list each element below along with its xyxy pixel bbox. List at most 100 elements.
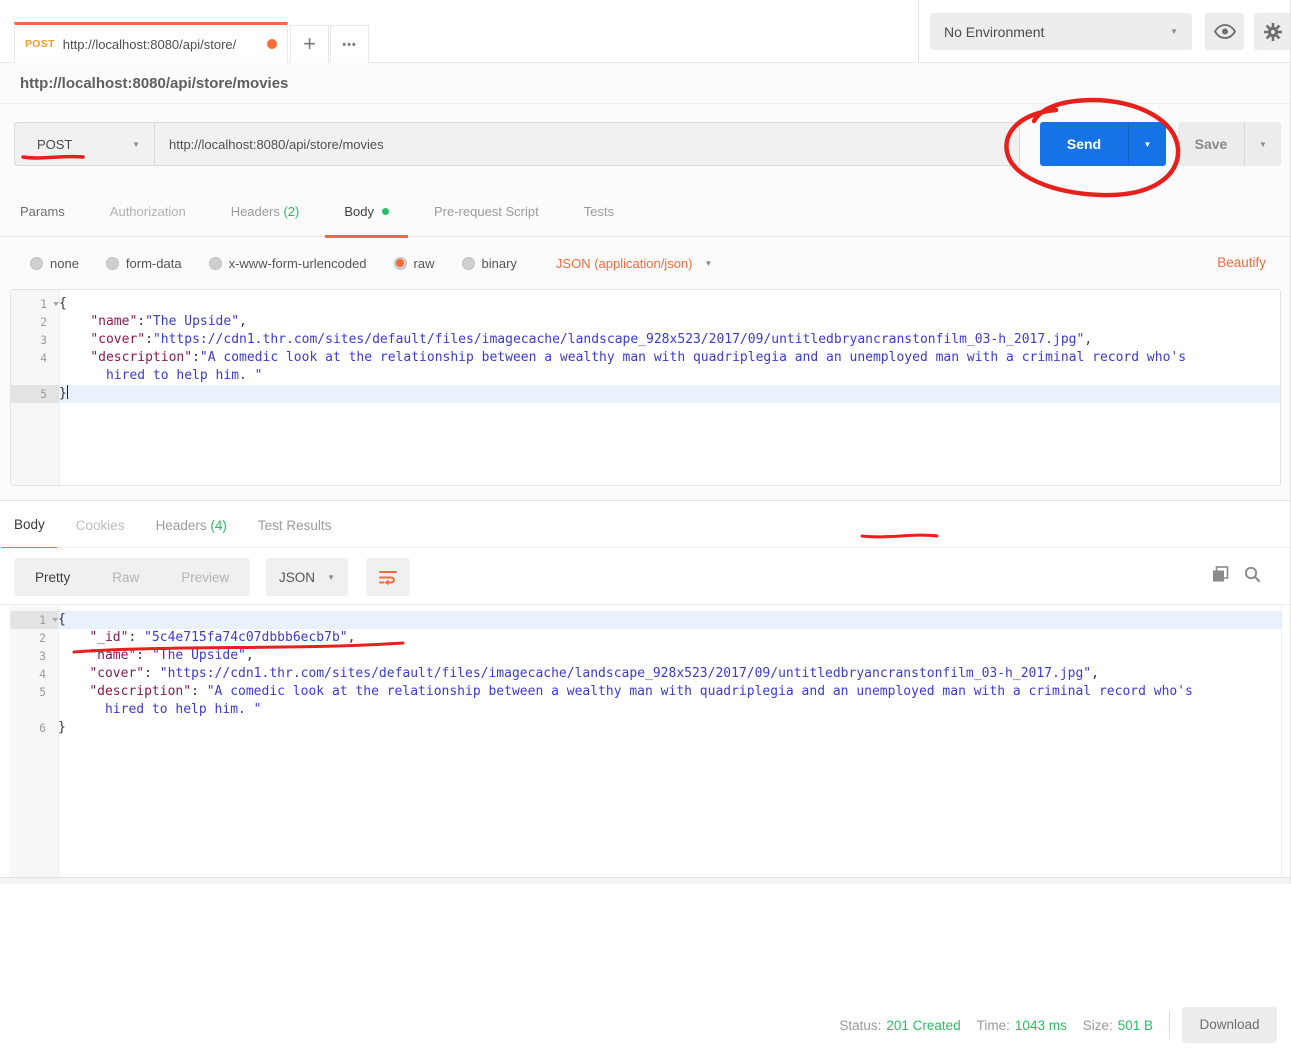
code-line[interactable]: 3 "cover":"https://cdn1.thr.com/sites/de… xyxy=(11,331,1280,349)
tab-headers[interactable]: Headers (2) xyxy=(231,204,300,219)
body-mode-options: none form-data x-www-form-urlencoded raw bin… xyxy=(30,237,712,289)
line-number xyxy=(10,701,58,719)
code-line[interactable]: 2 "_id": "5c4e715fa74c07dbbb6ecb7b", xyxy=(10,629,1281,647)
tab-tests[interactable]: Tests xyxy=(584,204,614,219)
meta-divider xyxy=(1169,1011,1170,1039)
chevron-down-icon: ▼ xyxy=(1170,27,1178,36)
radio-icon xyxy=(30,257,43,270)
response-body-editor[interactable]: 1{2 "_id": "5c4e715fa74c07dbbb6ecb7b",3 … xyxy=(10,606,1281,877)
save-button-group: Save ▼ xyxy=(1178,122,1281,166)
line-number: 3 xyxy=(11,331,59,349)
code-line[interactable]: 6} xyxy=(10,719,1281,737)
status-label: Status: xyxy=(839,1018,881,1033)
line-number: 4 xyxy=(10,665,58,683)
settings-button[interactable] xyxy=(1254,13,1291,50)
request-tabs-row: Params Authorization Headers (2) Body Pr… xyxy=(0,186,1291,237)
url-input[interactable] xyxy=(154,122,1020,166)
tab-response-body[interactable]: Body xyxy=(2,501,57,549)
code-line[interactable]: 5 "description": "A comedic look at the … xyxy=(10,683,1281,701)
wrap-text-button[interactable] xyxy=(366,558,410,596)
search-icon xyxy=(1244,566,1261,583)
chevron-down-icon: ▼ xyxy=(1144,140,1152,149)
fold-caret-icon[interactable] xyxy=(53,302,59,306)
tab-response-cookies[interactable]: Cookies xyxy=(76,518,125,533)
code-text: "cover":"https://cdn1.thr.com/sites/defa… xyxy=(59,331,1280,349)
body-mode-binary[interactable]: binary xyxy=(462,256,517,271)
code-text: { xyxy=(58,611,1281,629)
code-text: "_id": "5c4e715fa74c07dbbb6ecb7b", xyxy=(58,629,1281,647)
body-mode-form-data[interactable]: form-data xyxy=(106,256,182,271)
copy-response-button[interactable] xyxy=(1212,566,1234,588)
code-text: "name": "The Upside", xyxy=(58,647,1281,665)
beautify-link[interactable]: Beautify xyxy=(1217,237,1266,289)
new-tab-button[interactable]: + xyxy=(290,25,329,63)
code-line[interactable]: 4 "description":"A comedic look at the r… xyxy=(11,349,1280,367)
scrollbar-track[interactable] xyxy=(1281,604,1282,877)
environment-label: No Environment xyxy=(944,24,1044,40)
view-pretty[interactable]: Pretty xyxy=(14,570,91,585)
tab-body[interactable]: Body xyxy=(325,186,408,237)
code-text: } xyxy=(58,719,1281,737)
tab-url-label: http://localhost:8080/api/store/ xyxy=(63,37,261,52)
view-preview[interactable]: Preview xyxy=(160,570,250,585)
tab-pre-request-script[interactable]: Pre-request Script xyxy=(434,204,539,219)
line-number: 2 xyxy=(10,629,58,647)
code-line[interactable]: hired to help him. " xyxy=(10,701,1281,719)
code-text: hired to help him. " xyxy=(58,701,1281,719)
size-value: 501 B xyxy=(1118,1018,1153,1033)
code-line[interactable]: 1{ xyxy=(11,295,1280,313)
code-line[interactable]: hired to help him. " xyxy=(11,367,1280,385)
code-line[interactable]: 5} xyxy=(11,385,1280,403)
tab-test-results[interactable]: Test Results xyxy=(258,518,332,533)
tab-authorization[interactable]: Authorization xyxy=(110,204,186,219)
send-options-button[interactable]: ▼ xyxy=(1128,122,1166,166)
plus-icon: + xyxy=(303,33,316,55)
line-number: 5 xyxy=(10,683,58,701)
view-raw[interactable]: Raw xyxy=(91,570,160,585)
tab-response-headers[interactable]: Headers (4) xyxy=(156,518,227,533)
more-tabs-button[interactable]: ••• xyxy=(330,25,369,63)
save-options-button[interactable]: ▼ xyxy=(1244,122,1281,166)
time-value: 1043 ms xyxy=(1015,1018,1067,1033)
fold-caret-icon[interactable] xyxy=(52,618,58,622)
send-button-group: Send ▼ xyxy=(1040,122,1166,166)
header-divider xyxy=(918,0,919,62)
code-line[interactable]: 3 "name": "The Upside", xyxy=(10,647,1281,665)
search-response-button[interactable] xyxy=(1244,566,1266,588)
eye-icon xyxy=(1214,24,1236,39)
request-title-row: http://localhost:8080/api/store/movies xyxy=(0,63,1291,104)
response-tabs-row: Body Cookies Headers (4) Test Results St… xyxy=(0,500,1291,548)
body-mode-x-www-form-urlencoded[interactable]: x-www-form-urlencoded xyxy=(209,256,367,271)
copy-icon xyxy=(1212,566,1229,583)
response-format-select[interactable]: JSON ▼ xyxy=(266,558,348,596)
body-mode-label: none xyxy=(50,256,79,271)
code-text: "cover": "https://cdn1.thr.com/sites/def… xyxy=(58,665,1281,683)
content-type-label: JSON (application/json) xyxy=(556,256,693,271)
line-number: 5 xyxy=(11,385,59,403)
body-mode-label: form-data xyxy=(126,256,182,271)
method-select[interactable]: POST ▼ xyxy=(14,122,154,166)
code-text: hired to help him. " xyxy=(59,367,1280,385)
radio-icon xyxy=(106,257,119,270)
text-cursor xyxy=(67,385,68,399)
response-controls-row: Pretty Raw Preview JSON ▼ xyxy=(0,548,1291,604)
environment-quick-look-button[interactable] xyxy=(1205,13,1244,50)
save-button[interactable]: Save xyxy=(1178,122,1244,166)
code-text: "name":"The Upside", xyxy=(59,313,1280,331)
gear-icon xyxy=(1263,22,1283,42)
request-body-editor[interactable]: 1{2 "name":"The Upside",3 "cover":"https… xyxy=(10,289,1281,486)
send-button[interactable]: Send xyxy=(1040,122,1128,166)
body-mode-none[interactable]: none xyxy=(30,256,79,271)
content-type-select[interactable]: JSON (application/json)▼ xyxy=(556,256,712,271)
radio-icon xyxy=(462,257,475,270)
line-number xyxy=(11,367,59,385)
body-mode-raw[interactable]: raw xyxy=(394,256,435,271)
environment-select[interactable]: No Environment ▼ xyxy=(930,13,1192,50)
code-line[interactable]: 2 "name":"The Upside", xyxy=(11,313,1280,331)
download-button[interactable]: Download xyxy=(1182,1007,1277,1043)
code-line[interactable]: 4 "cover": "https://cdn1.thr.com/sites/d… xyxy=(10,665,1281,683)
code-line[interactable]: 1{ xyxy=(10,611,1281,629)
tab-params[interactable]: Params xyxy=(20,204,65,219)
request-tab[interactable]: POST http://localhost:8080/api/store/ xyxy=(14,22,288,63)
line-number: 4 xyxy=(11,349,59,367)
